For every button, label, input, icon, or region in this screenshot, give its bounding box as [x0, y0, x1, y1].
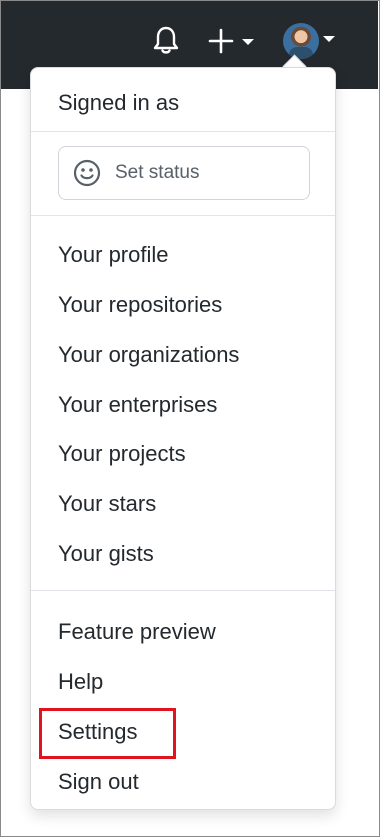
- menu-item-your-profile[interactable]: Your profile: [58, 242, 168, 268]
- menu-item-feature-preview[interactable]: Feature preview: [58, 619, 216, 645]
- settings-highlight-box: [39, 708, 176, 759]
- menu-divider: [31, 590, 335, 591]
- menu-item-your-organizations[interactable]: Your organizations: [58, 342, 239, 368]
- status-section: Set status: [31, 131, 335, 216]
- menu-item-help[interactable]: Help: [58, 669, 103, 695]
- user-dropdown-menu: Signed in as Set status Your profile You…: [30, 67, 336, 810]
- menu-item-your-enterprises[interactable]: Your enterprises: [58, 392, 217, 418]
- menu-item-sign-out[interactable]: Sign out: [58, 769, 139, 795]
- bell-icon[interactable]: [153, 25, 179, 55]
- chevron-down-icon[interactable]: [323, 36, 335, 42]
- menu-item-your-repositories[interactable]: Your repositories: [58, 292, 222, 318]
- plus-icon[interactable]: [208, 28, 234, 54]
- signed-in-label: Signed in as: [58, 90, 180, 115]
- signed-in-section: Signed in as: [31, 68, 335, 132]
- menu-item-your-gists[interactable]: Your gists: [58, 541, 154, 567]
- set-status-button[interactable]: Set status: [58, 146, 310, 200]
- menu-item-your-projects[interactable]: Your projects: [58, 441, 186, 467]
- chevron-down-icon[interactable]: [242, 39, 254, 45]
- set-status-label: Set status: [115, 162, 200, 183]
- smiley-icon: [73, 159, 101, 187]
- avatar[interactable]: [283, 23, 319, 59]
- menu-item-your-stars[interactable]: Your stars: [58, 491, 156, 517]
